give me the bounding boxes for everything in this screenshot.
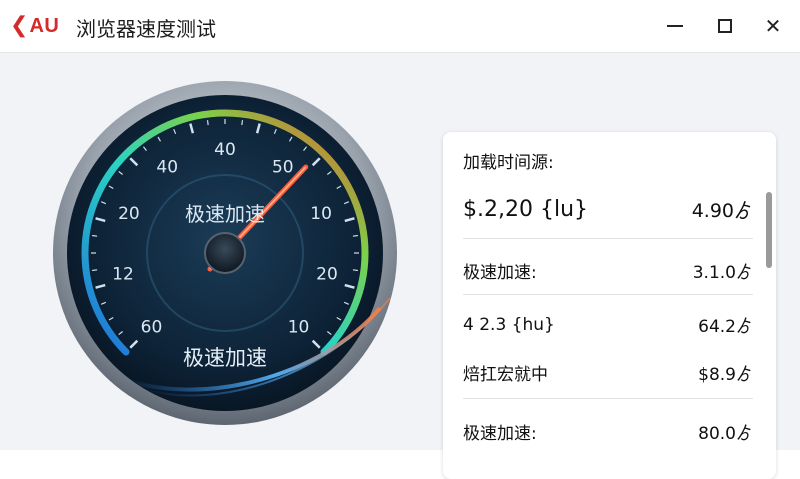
gauge-tick-label: 12 xyxy=(112,264,134,284)
stat-row: 焙扛宏就中 $8.9ゟ xyxy=(463,360,753,385)
stat-label: $.2,20 {lu} xyxy=(463,197,589,222)
app-window: ❮ AU 浏览器速度测试 ✕ 60 12 20 40 40 50 10 20 1… xyxy=(0,0,800,479)
stat-label: 极速加速: xyxy=(463,424,537,444)
brand-logo: AU xyxy=(29,14,60,37)
maximize-icon xyxy=(718,19,732,33)
stat-value: 64.2ゟ xyxy=(698,317,753,337)
chevron-left-icon: ❮ xyxy=(10,13,29,38)
gauge-tick xyxy=(92,269,98,272)
divider xyxy=(463,238,753,239)
title-bar: ❮ AU 浏览器速度测试 ✕ xyxy=(0,0,800,53)
minimize-button[interactable] xyxy=(658,10,692,42)
window-title: 浏览器速度测试 xyxy=(76,17,216,41)
stat-label: 4 2.3 {hu} xyxy=(463,314,555,335)
stat-value: 4.90ゟ xyxy=(691,200,753,222)
stat-value: 3.1.0ゟ xyxy=(692,263,753,283)
gauge-tick xyxy=(92,234,98,237)
stats-panel: 加载时间源: $.2,20 {lu} 4.90ゟ 极速加速: 3.1.0ゟ 4 … xyxy=(443,132,776,479)
close-button[interactable]: ✕ xyxy=(756,10,790,42)
gauge-tick-label: 20 xyxy=(118,204,140,224)
stat-label: 焙扛宏就中 xyxy=(463,365,548,385)
main-content: 60 12 20 40 40 50 10 20 10 极速加速 极速加速 加载时间源: $.2,… xyxy=(0,53,800,479)
gauge-graphic: 60 12 20 40 40 50 10 20 10 xyxy=(53,81,397,425)
gauge-tick xyxy=(206,120,209,126)
gauge-top-label: 极速加速 xyxy=(185,202,265,226)
stat-value: $8.9ゟ xyxy=(698,365,753,385)
back-button[interactable]: ❮ AU xyxy=(10,10,59,42)
maximize-button[interactable] xyxy=(708,10,742,42)
gauge-tick xyxy=(241,120,244,126)
stat-value: 80.0ゟ xyxy=(698,424,753,444)
stat-row: 极速加速: 80.0ゟ xyxy=(463,419,753,444)
gauge-tick xyxy=(352,234,358,237)
gauge-tick xyxy=(352,269,358,272)
panel-title: 加载时间源: xyxy=(463,153,554,173)
stat-row: $.2,20 {lu} 4.90ゟ xyxy=(463,196,753,223)
divider xyxy=(463,294,753,295)
divider xyxy=(463,398,753,399)
speed-gauge: 60 12 20 40 40 50 10 20 10 极速加速 极速加速 xyxy=(50,78,400,428)
stat-row: 极速加速: 3.1.0ゟ xyxy=(463,258,753,283)
minimize-icon xyxy=(667,25,683,27)
gauge-tick-label: 40 xyxy=(214,140,236,160)
scrollbar-thumb[interactable] xyxy=(766,192,772,268)
gauge-tick-label: 10 xyxy=(288,318,310,338)
gauge-tick-label: 50 xyxy=(272,158,294,178)
gauge-tick-label: 10 xyxy=(310,204,332,224)
gauge-tick-label: 20 xyxy=(316,264,338,284)
close-icon: ✕ xyxy=(764,14,782,38)
gauge-tick-label: 60 xyxy=(141,318,163,338)
stat-row: 4 2.3 {hu} 64.2ゟ xyxy=(463,312,753,338)
scrollbar[interactable] xyxy=(766,192,772,272)
stat-label: 极速加速: xyxy=(463,263,537,283)
gauge-tick-label: 40 xyxy=(156,158,178,178)
gauge-bottom-label: 极速加速 xyxy=(183,346,267,370)
